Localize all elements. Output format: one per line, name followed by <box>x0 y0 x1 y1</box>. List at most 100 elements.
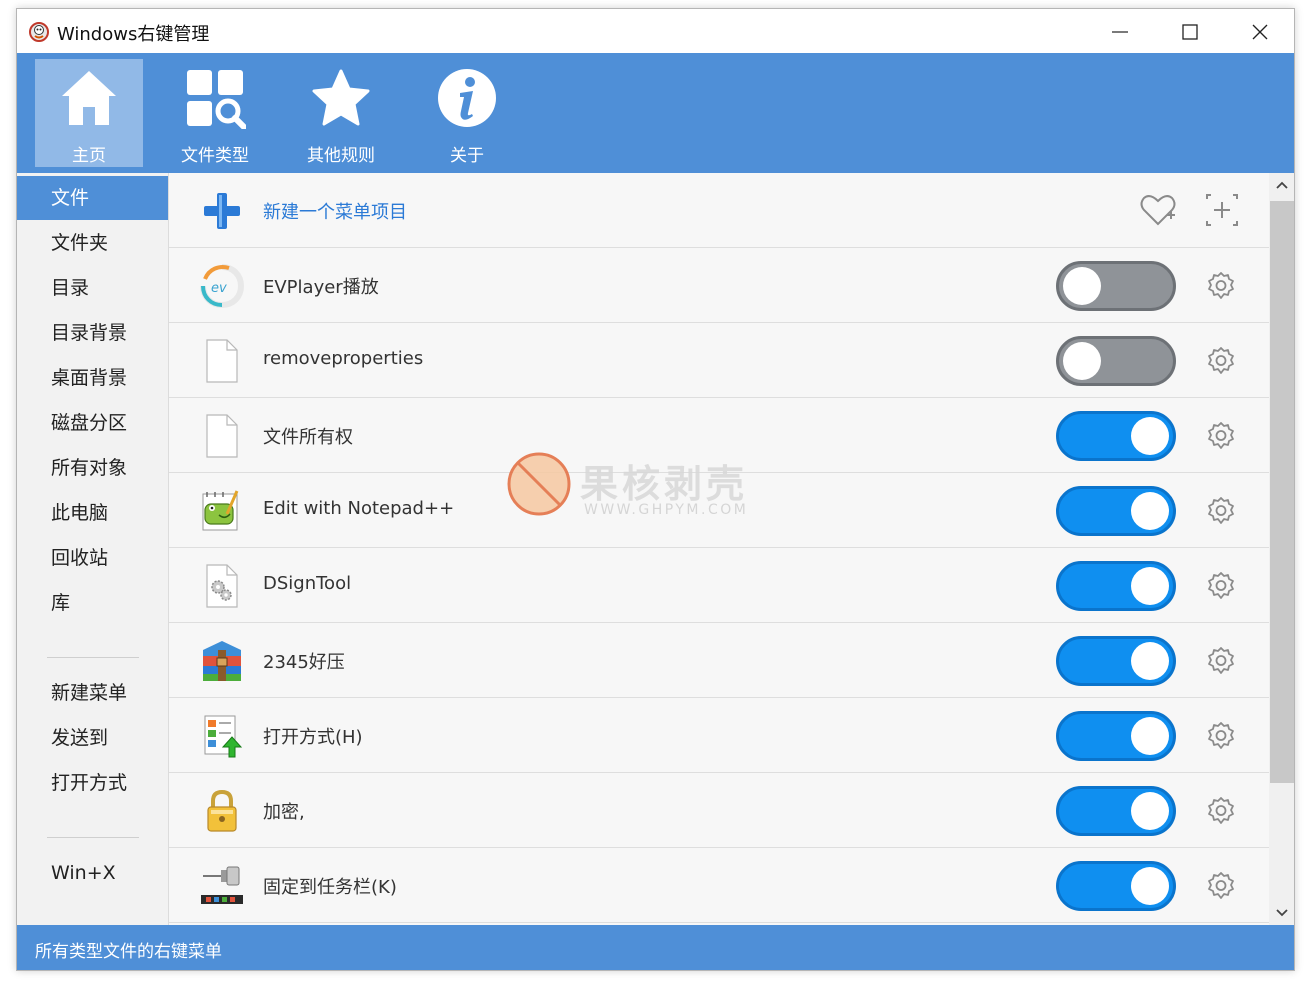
menu-item-row: 2345好压 <box>169 623 1269 698</box>
maximize-button[interactable] <box>1157 9 1223 53</box>
vertical-scrollbar[interactable] <box>1269 173 1295 925</box>
watermark-en-text: WWW.GHPYM.COM <box>584 502 749 518</box>
svg-text:ev: ev <box>211 281 227 296</box>
lock-icon <box>207 789 237 832</box>
main-toolbar: 主页 文件类型 其他规则 关于 <box>17 53 1294 173</box>
toggle-knob <box>1131 717 1169 755</box>
sidebar-item-open-with[interactable]: 打开方式 <box>17 761 168 805</box>
watermark-cn-text: 果核剥壳 <box>580 462 749 506</box>
enable-toggle[interactable] <box>1056 711 1176 761</box>
enable-toggle[interactable] <box>1056 561 1176 611</box>
settings-gear-icon[interactable] <box>1205 870 1237 902</box>
toggle-knob <box>1131 567 1169 605</box>
sidebar-item-desktop-background[interactable]: 桌面背景 <box>17 356 168 400</box>
menu-item-row: ev EVPlayer播放 <box>169 248 1269 323</box>
menu-item-label: DSignTool <box>263 573 352 594</box>
menu-item-row: DSignTool <box>169 548 1269 623</box>
sidebar-divider <box>47 837 139 838</box>
enable-toggle[interactable] <box>1056 486 1176 536</box>
settings-gear-icon[interactable] <box>1205 720 1237 752</box>
evplayer-icon: ev <box>200 264 245 309</box>
toggle-knob <box>1131 492 1169 530</box>
title-bar[interactable]: Windows右键管理 <box>17 9 1294 53</box>
enable-toggle[interactable] <box>1056 786 1176 836</box>
menu-item-label: 文件所有权 <box>263 427 353 448</box>
settings-gear-icon[interactable] <box>1205 645 1237 677</box>
watermark: 果核剥壳 WWW.GHPYM.COM <box>506 451 786 521</box>
tab-file-types[interactable]: 文件类型 <box>161 59 269 167</box>
sidebar-item-this-pc[interactable]: 此电脑 <box>17 491 168 535</box>
close-button[interactable] <box>1227 9 1293 53</box>
settings-gear-icon[interactable] <box>1205 795 1237 827</box>
favorite-heart-icon[interactable] <box>1139 191 1177 229</box>
sidebar-item-library[interactable]: 库 <box>17 581 168 625</box>
sidebar-item-win-x[interactable]: Win+X <box>17 851 168 895</box>
info-icon <box>438 69 496 127</box>
sidebar-item-drive[interactable]: 磁盘分区 <box>17 401 168 445</box>
scrollbar-thumb[interactable] <box>1270 201 1294 783</box>
tab-home-label: 主页 <box>72 146 106 166</box>
sidebar-item-new-menu[interactable]: 新建菜单 <box>17 671 168 715</box>
enable-toggle[interactable] <box>1056 261 1176 311</box>
menu-item-label: 打开方式(H) <box>263 727 363 748</box>
pin-taskbar-icon <box>201 866 243 904</box>
sidebar-item-folder[interactable]: 文件夹 <box>17 221 168 265</box>
open-with-icon <box>204 715 243 758</box>
menu-item-label: Edit with Notepad++ <box>263 498 455 519</box>
sidebar-item-directory-background[interactable]: 目录背景 <box>17 311 168 355</box>
enable-toggle[interactable] <box>1056 861 1176 911</box>
enable-toggle[interactable] <box>1056 411 1176 461</box>
menu-item-label: 2345好压 <box>263 652 345 673</box>
tab-about-label: 关于 <box>450 146 484 166</box>
notepadpp-icon <box>202 490 239 531</box>
window-title: Windows右键管理 <box>57 24 210 45</box>
scroll-up-icon[interactable] <box>1269 173 1295 199</box>
blank-file-icon <box>206 339 238 383</box>
tab-other-rules[interactable]: 其他规则 <box>287 59 395 167</box>
settings-gear-icon[interactable] <box>1205 495 1237 527</box>
sidebar-item-send-to[interactable]: 发送到 <box>17 716 168 760</box>
toggle-knob <box>1131 642 1169 680</box>
settings-gear-icon[interactable] <box>1205 270 1237 302</box>
sidebar-item-file[interactable]: 文件 <box>17 176 168 220</box>
maximize-icon <box>1182 24 1198 40</box>
minimize-icon <box>1112 31 1128 33</box>
settings-gear-icon[interactable] <box>1205 345 1237 377</box>
menu-item-list: 新建一个菜单项目 ev EVPlayer播放 removeproperties … <box>169 173 1269 925</box>
toggle-knob <box>1063 342 1101 380</box>
app-logo-icon <box>29 22 49 42</box>
menu-item-row: 打开方式(H) <box>169 698 1269 773</box>
toggle-knob <box>1131 792 1169 830</box>
star-icon <box>312 69 370 126</box>
sidebar-item-recycle-bin[interactable]: 回收站 <box>17 536 168 580</box>
close-icon <box>1252 24 1268 40</box>
tab-file-types-label: 文件类型 <box>181 146 249 166</box>
add-plus-icon <box>204 193 240 229</box>
settings-gear-icon[interactable] <box>1205 570 1237 602</box>
enable-toggle[interactable] <box>1056 336 1176 386</box>
status-bar: 所有类型文件的右键菜单 <box>17 925 1294 970</box>
sidebar-divider <box>47 657 139 658</box>
toggle-knob <box>1131 867 1169 905</box>
scroll-down-icon[interactable] <box>1269 899 1295 925</box>
enable-toggle[interactable] <box>1056 636 1176 686</box>
sidebar: 文件 文件夹 目录 目录背景 桌面背景 磁盘分区 所有对象 此电脑 回收站 库 … <box>17 173 169 925</box>
settings-gear-icon[interactable] <box>1205 420 1237 452</box>
gear-file-icon <box>206 564 238 608</box>
tab-about[interactable]: 关于 <box>413 59 521 167</box>
toggle-knob <box>1063 267 1101 305</box>
sidebar-item-directory[interactable]: 目录 <box>17 266 168 310</box>
add-item-icon[interactable] <box>1203 191 1241 229</box>
minimize-button[interactable] <box>1087 9 1153 53</box>
sidebar-item-all-objects[interactable]: 所有对象 <box>17 446 168 490</box>
menu-item-row: 加密, <box>169 773 1269 848</box>
watermark-logo-icon <box>507 452 571 516</box>
status-text: 所有类型文件的右键菜单 <box>35 942 222 962</box>
menu-item-label: 固定到任务栏(K) <box>263 877 397 898</box>
tab-home[interactable]: 主页 <box>35 59 143 167</box>
menu-item-label: removeproperties <box>263 348 424 369</box>
new-menu-item-label: 新建一个菜单项目 <box>263 202 407 223</box>
new-menu-item-row[interactable]: 新建一个菜单项目 <box>169 173 1269 248</box>
tab-other-rules-label: 其他规则 <box>307 146 375 166</box>
menu-item-label: EVPlayer播放 <box>263 277 379 298</box>
